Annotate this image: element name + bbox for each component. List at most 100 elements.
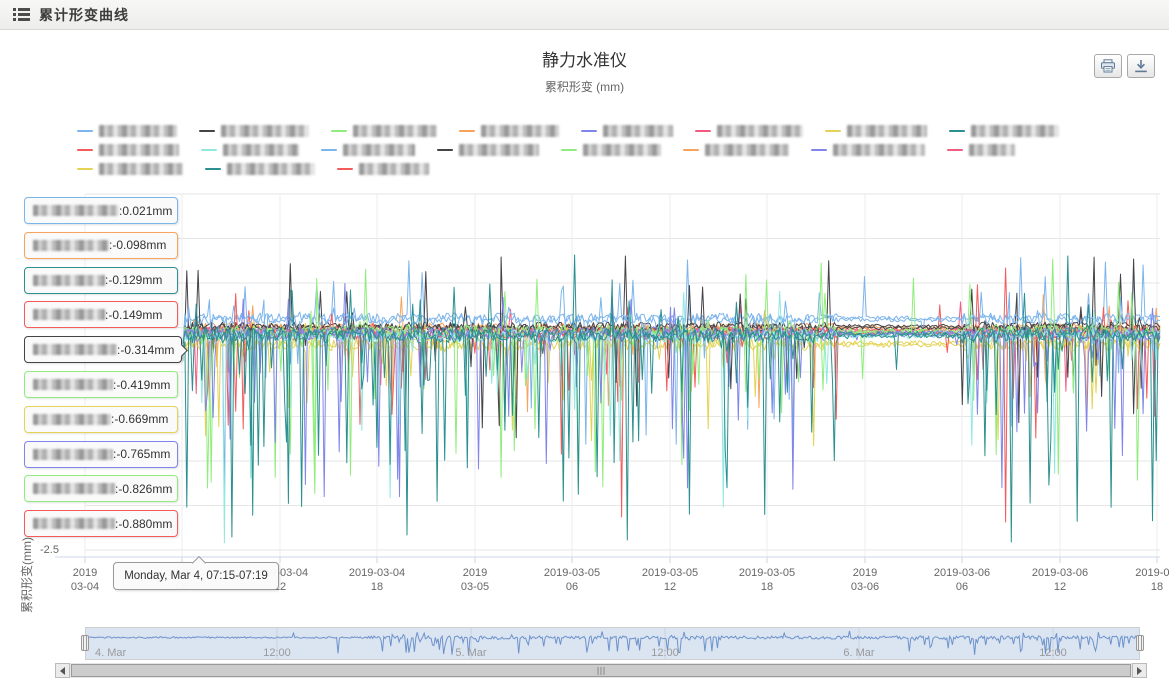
x-tick-label: 2019-03-05 06 [544,566,600,594]
scrollbar-grip-icon [598,667,605,675]
tooltip-value: :-0.765mm [113,447,170,461]
navigator-tick-label: 6. Mar [843,647,874,659]
top-bar: 累计形变曲线 [0,0,1169,30]
legend-item[interactable] [437,143,539,157]
tooltip-series-name-redacted [33,483,115,494]
x-tick-label: 2019 03-05 [461,566,489,594]
y-axis-label: -2.5 [40,544,59,556]
legend-item[interactable] [683,143,789,157]
legend-marker-icon [825,130,841,132]
tooltip-value: :-0.129mm [105,273,162,287]
legend-item[interactable] [811,143,925,157]
legend-label-redacted [227,163,315,175]
legend-item[interactable] [459,124,559,138]
legend-label-redacted [847,125,927,137]
print-button[interactable] [1094,54,1122,78]
tooltip-series-name-redacted [33,518,115,529]
scroll-right-button[interactable] [1132,663,1147,678]
tooltip-series-name-redacted [33,379,113,390]
download-icon [1133,59,1149,73]
legend-item[interactable] [949,124,1059,138]
legend-label-redacted [221,125,309,137]
printer-icon [1100,59,1116,73]
tooltip-series-name-redacted [33,449,113,460]
tooltip-series-name-redacted [33,240,109,251]
scroll-left-button[interactable] [55,663,70,678]
navigator-tick-label: 4. Mar [95,647,126,659]
chart-subtitle: 累积形变 (mm) [0,78,1169,95]
x-tick-label: 2019 03-06 [851,566,879,594]
navigator-tick-label: 5. Mar [455,647,486,659]
tooltip-value: :0.021mm [119,204,172,218]
scrollbar-thumb[interactable] [71,664,1131,677]
legend-label-redacted [99,163,183,175]
chart-toolbar [1094,54,1155,78]
tooltip-point-box: :-0.669mm [24,406,178,433]
legend-marker-icon [811,149,827,151]
legend-label-redacted [583,144,661,156]
download-button[interactable] [1127,54,1155,78]
legend-marker-icon [77,130,93,132]
legend-item[interactable] [77,162,183,176]
navigator-tick-label: 12:00 [651,647,679,659]
legend-label-redacted [223,144,299,156]
x-tick-label: 2019-03-06 06 [934,566,990,594]
arrow-left-icon [60,667,65,675]
navigator-handle-left[interactable] [81,635,89,651]
navigator-plot [85,627,1140,661]
tooltip-series-name-redacted [33,275,105,286]
tooltip-series-name-redacted [33,344,117,355]
legend-marker-icon [947,149,963,151]
scrollbar [55,663,1147,678]
legend-label-redacted [99,125,177,137]
legend-item[interactable] [331,124,437,138]
legend-item[interactable] [205,162,315,176]
tooltip-value: :-0.826mm [115,482,172,496]
legend-item[interactable] [77,124,177,138]
list-icon[interactable] [13,8,30,21]
navigator-tick-label: 12:00 [1039,647,1067,659]
x-tick-label: 2019-0... 18 [1135,566,1169,594]
legend-item[interactable] [337,162,429,176]
chart-title: 静力水准仪 [0,46,1169,71]
tooltip-series-name-redacted [33,309,105,320]
legend-marker-icon [77,168,93,170]
tooltip-date: Monday, Mar 4, 07:15-07:19 [113,562,279,590]
legend-item[interactable] [201,143,299,157]
navigator[interactable]: 4. Mar12:005. Mar12:006. Mar12:00 [85,627,1140,661]
tooltip-value: :-0.314mm [117,343,174,357]
legend-label-redacted [971,125,1059,137]
tooltip-series-name-redacted [33,205,119,216]
legend-marker-icon [683,149,699,151]
tooltip-value: :-0.419mm [113,378,170,392]
legend-marker-icon [459,130,475,132]
tooltip-series-name-redacted [33,414,111,425]
legend-marker-icon [321,149,337,151]
legend-label-redacted [833,144,925,156]
legend-marker-icon [437,149,453,151]
legend-label-redacted [481,125,559,137]
legend-marker-icon [199,130,215,132]
legend-item[interactable] [947,143,1015,157]
legend-label-redacted [459,144,539,156]
x-tick-label: 2019-03-05 18 [739,566,795,594]
tooltip-point-box: :-0.826mm [24,475,178,502]
legend-item[interactable] [695,124,803,138]
legend-item[interactable] [199,124,309,138]
legend-item[interactable] [581,124,673,138]
scrollbar-track[interactable] [70,663,1132,678]
legend-item[interactable] [321,143,415,157]
x-tick-label: 2019-03-06 12 [1032,566,1088,594]
tooltip-point-box: :0.021mm [24,197,178,224]
legend-label-redacted [603,125,673,137]
legend-item[interactable] [561,143,661,157]
tooltip-value: :-0.098mm [109,238,166,252]
legend-marker-icon [205,168,221,170]
legend-item[interactable] [77,143,179,157]
legend-item[interactable] [825,124,927,138]
tooltip-point-box: :-0.765mm [24,441,178,468]
legend-label-redacted [343,144,415,156]
y-axis-title: 累积形变(mm) [18,537,35,613]
legend-label-redacted [705,144,789,156]
navigator-handle-right[interactable] [1136,635,1144,651]
